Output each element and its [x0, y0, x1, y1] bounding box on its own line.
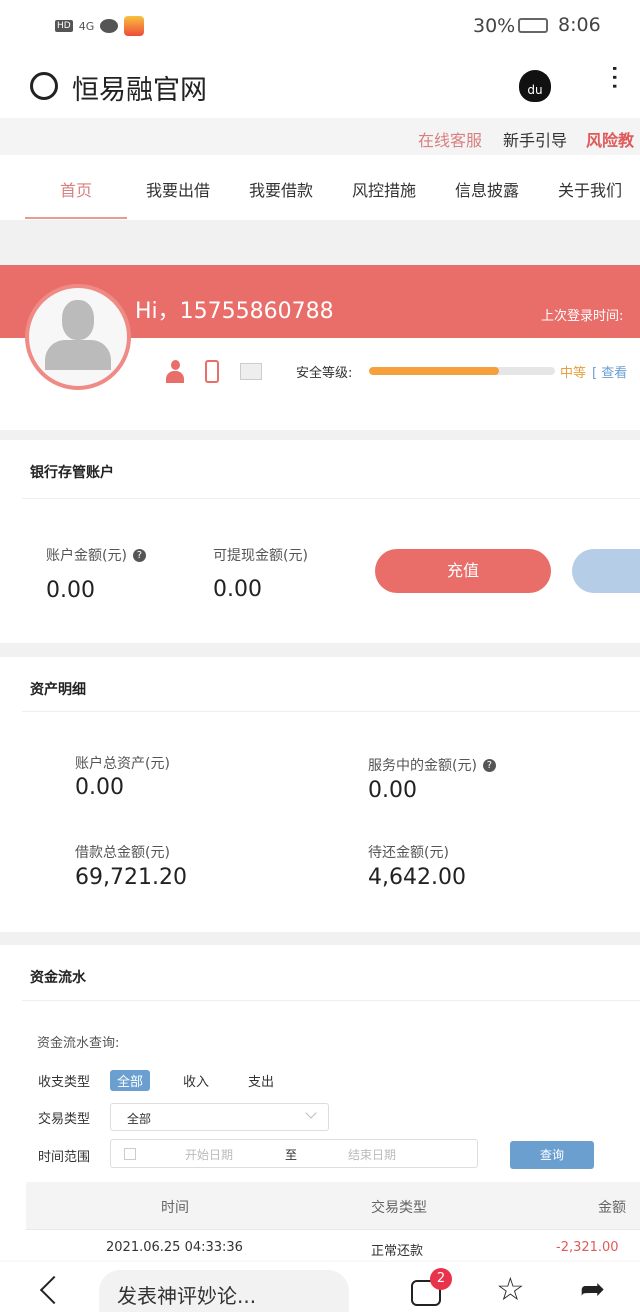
chat-icon	[100, 19, 119, 33]
withdraw-button[interactable]	[572, 549, 640, 593]
row-type: 正常还款	[371, 1244, 424, 1259]
assets-title: 资产明细	[30, 682, 86, 698]
active-tab-underline	[25, 217, 127, 219]
row-time: 2021.06.25 04:33:36	[106, 1240, 243, 1255]
security-progress-bar	[369, 367, 555, 375]
divider	[22, 711, 640, 712]
phone-icon[interactable]	[205, 360, 219, 383]
link-beginner-guide[interactable]: 新手引导	[503, 127, 567, 151]
security-label: 安全等级:	[296, 366, 353, 381]
avatar[interactable]	[25, 284, 131, 390]
recharge-label: 充值	[446, 561, 479, 580]
tab-borrow[interactable]: 我要借款	[249, 177, 313, 201]
link-online-service[interactable]: 在线客服	[418, 127, 482, 151]
share-icon[interactable]: ➦	[580, 1272, 605, 1307]
last-login-label: 上次登录时间:	[541, 309, 624, 324]
signal-icon: 4G	[78, 19, 95, 33]
clock: 8:06	[558, 14, 601, 36]
withdrawable-value: 0.00	[213, 577, 262, 602]
main-nav: 首页 我要出借 我要借款 风控措施 信息披露 关于我们	[0, 155, 640, 220]
query-label: 资金流水查询:	[37, 1036, 120, 1051]
tab-risk-control[interactable]: 风控措施	[352, 177, 416, 201]
pending-repayment-value: 4,642.00	[368, 865, 466, 890]
spacer	[0, 220, 640, 265]
comment-count-badge: 2	[430, 1268, 452, 1290]
tab-home[interactable]: 首页	[60, 177, 92, 201]
in-service-label-text: 服务中的金额(元)	[368, 758, 477, 774]
total-assets-label: 账户总资产(元)	[75, 756, 170, 772]
recharge-button[interactable]: 充值	[375, 549, 551, 593]
query-button-label: 查询	[539, 1148, 564, 1162]
start-date-input[interactable]: 开始日期	[185, 1146, 233, 1163]
help-icon[interactable]: ?	[482, 759, 496, 772]
comment-placeholder: 发表神评妙论...	[117, 1284, 257, 1308]
status-icons: HD 4G	[55, 16, 145, 36]
divider	[22, 498, 640, 499]
query-button[interactable]: 查询	[510, 1141, 594, 1169]
divider	[22, 1000, 640, 1001]
type-option-all[interactable]: 全部	[110, 1070, 151, 1091]
battery-percent: 30%	[473, 15, 516, 37]
time-range-label: 时间范围	[38, 1150, 91, 1165]
security-level: 中等	[560, 366, 587, 381]
bottom-toolbar: 发表神评妙论... 2 ☆ ➦	[0, 1262, 640, 1312]
type-option-income[interactable]: 收入	[183, 1071, 209, 1090]
link-risk-education[interactable]: 风险教	[586, 127, 634, 151]
star-icon[interactable]: ☆	[496, 1270, 525, 1308]
back-icon[interactable]	[39, 1275, 69, 1305]
trade-type-select[interactable]: 全部	[110, 1103, 329, 1131]
withdrawable-label: 可提现金额(元)	[213, 548, 308, 564]
spacer	[0, 430, 640, 440]
battery-icon	[518, 18, 548, 33]
total-assets-value: 0.00	[75, 775, 124, 800]
help-icon[interactable]: ?	[132, 549, 146, 562]
app-icon	[124, 16, 145, 36]
tab-about[interactable]: 关于我们	[558, 177, 622, 201]
view-security-link[interactable]: [ 查看	[592, 362, 627, 381]
bank-account-title: 银行存管账户	[30, 465, 114, 481]
total-borrowed-label: 借款总金额(元)	[75, 845, 170, 861]
flow-title: 资金流水	[30, 970, 86, 986]
in-service-value: 0.00	[368, 778, 417, 803]
security-progress-fill	[369, 367, 500, 375]
balance-label: 账户金额(元)?	[46, 545, 146, 565]
range-separator: 至	[285, 1148, 298, 1162]
col-type: 交易类型	[371, 1200, 427, 1216]
end-date-input[interactable]: 结束日期	[348, 1146, 396, 1163]
greeting: Hi，15755860788	[135, 299, 334, 324]
spacer	[0, 932, 640, 945]
col-amount: 金额	[598, 1200, 626, 1216]
tab-disclosure[interactable]: 信息披露	[455, 177, 519, 201]
pending-repayment-label: 待还金额(元)	[368, 845, 449, 861]
more-menu-icon[interactable]: ···	[598, 64, 631, 91]
user-icon[interactable]	[166, 360, 184, 384]
spacer	[0, 643, 640, 657]
row-amount: -2,321.00	[556, 1240, 619, 1255]
mail-icon[interactable]	[240, 363, 262, 380]
balance-value: 0.00	[46, 578, 95, 603]
comment-input[interactable]: 发表神评妙论...	[99, 1270, 349, 1312]
type-label: 收支类型	[38, 1075, 91, 1090]
col-time: 时间	[161, 1200, 189, 1216]
browser-title[interactable]: 恒易融官网	[72, 68, 207, 107]
trade-type-label: 交易类型	[38, 1112, 91, 1127]
calendar-icon	[124, 1148, 136, 1160]
trade-type-value: 全部	[127, 1112, 152, 1126]
in-service-label: 服务中的金额(元)?	[368, 755, 496, 775]
total-borrowed-value: 69,721.20	[75, 865, 187, 890]
table-row: 2021.06.25 04:33:36 正常还款 -2,321.00	[26, 1231, 640, 1261]
tab-lend[interactable]: 我要出借	[146, 177, 210, 201]
type-option-expense[interactable]: 支出	[248, 1071, 274, 1090]
balance-label-text: 账户金额(元)	[46, 548, 127, 564]
hd-icon: HD	[55, 20, 73, 32]
baidu-paw-icon[interactable]: du	[519, 70, 551, 102]
chevron-down-icon	[305, 1107, 317, 1119]
search-icon[interactable]	[30, 72, 58, 100]
date-range-picker[interactable]: 开始日期 至 结束日期	[110, 1139, 478, 1168]
table-header: 时间 交易类型 金额	[26, 1182, 640, 1230]
